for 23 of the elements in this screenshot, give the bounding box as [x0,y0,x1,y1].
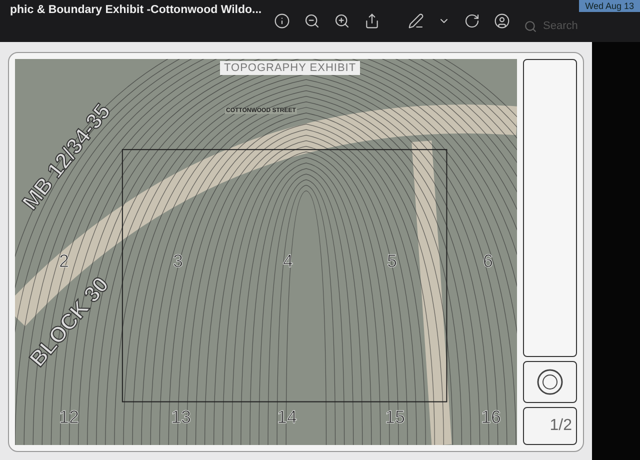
sheet-number: 1/2 [550,417,572,435]
pen-icon[interactable] [408,13,424,29]
share-icon[interactable] [364,13,380,29]
zoom-out-icon[interactable] [304,13,320,29]
lot-number: 6 [483,251,494,272]
map-title: TOPOGRAPHY EXHIBIT [220,61,360,75]
lot-number: 16 [481,407,502,428]
zoom-in-icon[interactable] [334,13,350,29]
lot-number: 14 [277,407,298,428]
search-field[interactable]: Search [541,19,605,33]
seal-icon [536,368,564,396]
lot-number: 4 [283,251,294,272]
window-title: phic & Boundary Exhibit -Cottonwood Wildo... [10,4,260,16]
lot-number: 15 [385,407,406,428]
lot-number: 13 [171,407,192,428]
search-icon[interactable] [524,20,537,32]
rotate-icon[interactable] [464,13,480,29]
lot-number: 12 [59,407,80,428]
lot-number: 2 [59,251,70,272]
lot-number: 5 [387,251,398,272]
info-icon[interactable] [274,13,290,29]
menu-bar-clock: Wed Aug 13 [579,0,640,12]
lot-number: 3 [173,251,184,272]
